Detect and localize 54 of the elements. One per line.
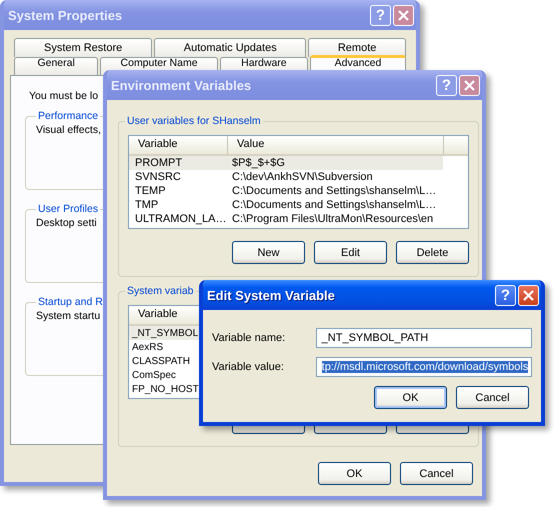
table-cell-text: ComSpec [131,370,177,380]
table-cell-text: TEMP [134,185,167,197]
dialog-button[interactable]: OK [374,386,447,409]
close-button[interactable] [518,284,539,306]
table-cell-text: AexRS [131,342,164,352]
table-cell-text: SVNSRC [134,171,182,183]
window-title: Environment Variables [111,78,252,92]
table-row[interactable]: TEMP C:\Documents and Settings\shanselm\L… [129,184,443,198]
group-title: Performance [37,110,100,122]
field-label: Variable name: [212,332,286,344]
dialog-button[interactable]: OK [318,462,391,485]
table-cell-text: C:\Documents and Settings\shanselm\L… [231,185,438,197]
table-row[interactable]: TMP C:\Documents and Settings\shanselm\L… [129,198,443,212]
help-button[interactable]: ? [495,284,516,306]
table-cell-text: C:\Documents and Settings\shanselm\L… [231,199,438,211]
column-header[interactable]: Value [228,136,444,154]
input-field[interactable]: _NT_SYMBOL_PATH [316,328,532,348]
column-header[interactable]: Variable [129,136,228,154]
table-cell-text: TMP [134,199,160,211]
intro-text: You must be lo [29,90,100,102]
close-icon [464,80,475,90]
close-icon [398,10,409,20]
close-icon [523,290,534,300]
window-title: Edit System Variable [207,288,336,302]
dialog-button[interactable]: Cancel [400,462,473,485]
group-title: Startup and R [37,296,104,308]
table-cell-text: C:\Program Files\UltraMon\Resources\en [231,213,434,225]
dialog-button[interactable]: Edit [314,241,387,264]
group-title: User variables for SHanselm [126,115,262,127]
input-field[interactable]: tp://msdl.microsoft.com/download/symbols [316,357,532,377]
table-cell-text: FP_NO_HOST [131,384,200,394]
group-title: User Profiles [37,203,100,215]
dialog-button[interactable]: Cancel [456,386,529,409]
window-title: System Properties [8,8,124,22]
table-row[interactable]: PROMPT $P$_$+$G [129,156,443,170]
table-row[interactable]: SVNSRC C:\dev\AnkhSVN\Subversion [129,170,443,184]
table-cell-text: ULTRAMON_LA… [134,213,228,225]
table-cell-text: $P$_$+$G [231,157,286,169]
table-row[interactable]: ULTRAMON_LA… C:\Program Files\UltraMon\Resources\en [129,212,443,226]
close-button[interactable] [459,74,480,96]
dialog-button[interactable]: New [232,241,305,264]
tab[interactable]: Remote [308,38,406,57]
dialog-button[interactable]: Delete [396,241,469,264]
tab[interactable]: Automatic Updates [154,38,306,57]
group-title: System variab [126,285,195,297]
close-button[interactable] [393,4,414,26]
table-cell-text: PROMPT [134,157,184,169]
tab[interactable]: General [14,57,98,75]
group-text: System startu [36,310,100,322]
group-text: Visual effects, [36,124,101,136]
group-text: Desktop setti [36,217,97,229]
tab[interactable]: System Restore [14,38,152,57]
field-label: Variable value: [212,361,285,373]
table-cell-text: C:\dev\AnkhSVN\Subversion [231,171,374,183]
